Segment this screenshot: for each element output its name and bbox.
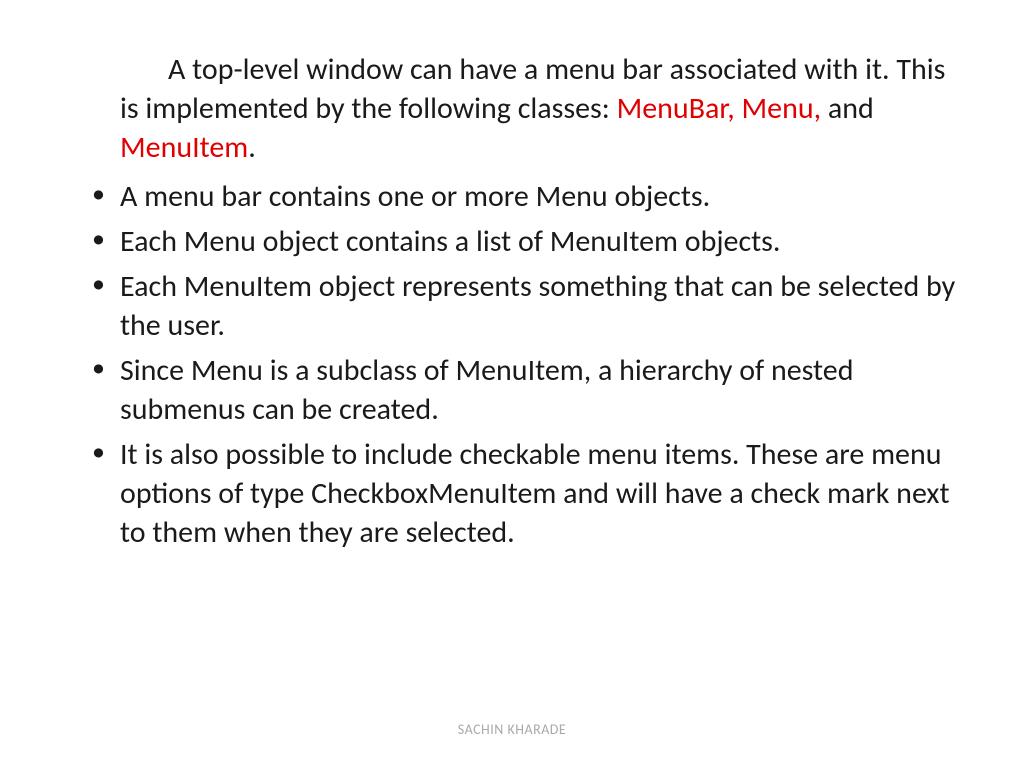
list-item: Each MenuItem object represents somethin…	[120, 267, 964, 345]
list-item: Each Menu object contains a list of Menu…	[120, 222, 964, 261]
list-item: Since Menu is a subclass of MenuItem, a …	[120, 351, 964, 429]
intro-text-3: .	[248, 129, 256, 166]
bullet-list: A menu bar contains one or more Menu obj…	[60, 177, 964, 552]
intro-highlight-2: MenuItem	[120, 129, 248, 166]
intro-paragraph: A top-level window can have a menu bar a…	[60, 50, 964, 167]
intro-text-2: and	[821, 90, 874, 127]
list-item: A menu bar contains one or more Menu obj…	[120, 177, 964, 216]
footer-author: SACHIN KHARADE	[0, 721, 1024, 738]
intro-highlight-1: MenuBar, Menu,	[617, 90, 822, 127]
list-item: It is also possible to include checkable…	[120, 435, 964, 552]
